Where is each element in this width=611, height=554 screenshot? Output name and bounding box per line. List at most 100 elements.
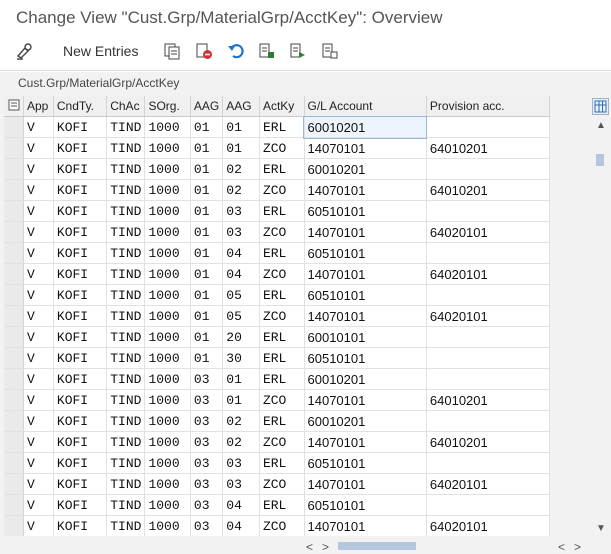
row-selector[interactable]: [4, 431, 24, 453]
cell-provision-account[interactable]: 64020101: [426, 263, 550, 285]
cell-provision-account[interactable]: [426, 284, 550, 306]
cell-gl-account[interactable]: 60510101: [304, 347, 427, 369]
table-row[interactable]: V KOFI TIND 1000 01 01 ERL 60010201: [4, 115, 550, 139]
cell-provision-account[interactable]: 64010201: [426, 137, 550, 159]
row-selector[interactable]: [4, 452, 24, 474]
table-config-button[interactable]: [592, 98, 609, 115]
cell-provision-account[interactable]: [426, 326, 550, 348]
table-row[interactable]: V KOFI TIND 1000 01 05 ZCO 14070101 64020101: [4, 305, 550, 327]
cell-provision-account[interactable]: 64020101: [426, 473, 550, 495]
row-selector[interactable]: [4, 137, 24, 159]
row-selector[interactable]: [4, 158, 24, 180]
table-row[interactable]: V KOFI TIND 1000 01 03 ZCO 14070101 64020101: [4, 221, 550, 243]
row-selector[interactable]: [4, 326, 24, 348]
table-row[interactable]: V KOFI TIND 1000 03 01 ZCO 14070101 64010201: [4, 389, 550, 411]
col-header-material-aag[interactable]: AAG: [222, 96, 260, 117]
table-row[interactable]: V KOFI TIND 1000 03 04 ERL 60510101: [4, 494, 550, 516]
cell-provision-account[interactable]: [426, 452, 550, 474]
row-selector[interactable]: [4, 347, 24, 369]
cell-gl-account[interactable]: 60010101: [304, 326, 427, 348]
cell-gl-account[interactable]: 60510101: [304, 284, 427, 306]
copy-icon[interactable]: [162, 40, 182, 62]
cell-provision-account[interactable]: 64020101: [426, 515, 550, 536]
row-selector[interactable]: [4, 242, 24, 264]
row-selector[interactable]: [4, 284, 24, 306]
table-row[interactable]: V KOFI TIND 1000 03 01 ERL 60010201: [4, 368, 550, 390]
row-selector[interactable]: [4, 515, 24, 536]
scroll-left-end-icon[interactable]: <: [558, 540, 565, 554]
select-all-cell[interactable]: [4, 96, 24, 117]
col-header-sales-org[interactable]: SOrg.: [144, 96, 191, 117]
deselect-all-icon[interactable]: [320, 40, 340, 62]
row-selector[interactable]: [4, 368, 24, 390]
delete-icon[interactable]: [194, 40, 214, 62]
col-header-customer-aag[interactable]: AAG: [190, 96, 224, 117]
cell-gl-account[interactable]: 14070101: [304, 431, 427, 453]
table-row[interactable]: V KOFI TIND 1000 01 01 ZCO 14070101 64010201: [4, 137, 550, 159]
table-row[interactable]: V KOFI TIND 1000 01 03 ERL 60510101: [4, 200, 550, 222]
col-header-gl-account[interactable]: G/L Account: [304, 96, 427, 117]
row-selector[interactable]: [4, 221, 24, 243]
cell-provision-account[interactable]: [426, 494, 550, 516]
cell-gl-account[interactable]: 14070101: [304, 473, 427, 495]
col-header-account-key[interactable]: ActKy: [259, 96, 305, 117]
cell-gl-account[interactable]: 14070101: [304, 515, 427, 536]
cell-provision-account[interactable]: [426, 347, 550, 369]
table-row[interactable]: V KOFI TIND 1000 01 04 ZCO 14070101 64020101: [4, 263, 550, 285]
cell-gl-account[interactable]: 14070101: [304, 179, 427, 201]
row-selector[interactable]: [4, 494, 24, 516]
cell-provision-account[interactable]: [426, 158, 550, 180]
col-header-provision-account[interactable]: Provision acc.: [426, 96, 550, 117]
table-row[interactable]: V KOFI TIND 1000 03 03 ZCO 14070101 64020101: [4, 473, 550, 495]
cell-gl-account[interactable]: 60510101: [304, 242, 427, 264]
scroll-left-icon[interactable]: <: [306, 540, 313, 554]
cell-provision-account[interactable]: [426, 368, 550, 390]
cell-gl-account[interactable]: 60010201: [304, 158, 427, 180]
col-header-chart-of-accounts[interactable]: ChAc: [106, 96, 146, 117]
display-change-icon[interactable]: [14, 40, 36, 62]
table-row[interactable]: V KOFI TIND 1000 03 03 ERL 60510101: [4, 452, 550, 474]
cell-provision-account[interactable]: 64020101: [426, 305, 550, 327]
cell-gl-account[interactable]: 60010201: [304, 410, 427, 432]
table-row[interactable]: V KOFI TIND 1000 01 20 ERL 60010101: [4, 326, 550, 348]
cell-gl-account[interactable]: 14070101: [304, 389, 427, 411]
table-row[interactable]: V KOFI TIND 1000 01 02 ZCO 14070101 64010201: [4, 179, 550, 201]
undo-icon[interactable]: [226, 40, 246, 62]
scroll-right-end-icon[interactable]: >: [574, 540, 581, 554]
cell-gl-account[interactable]: 14070101: [304, 221, 427, 243]
cell-provision-account[interactable]: 64010201: [426, 431, 550, 453]
row-selector[interactable]: [4, 389, 24, 411]
row-selector[interactable]: [4, 179, 24, 201]
scroll-right-icon[interactable]: >: [322, 540, 329, 554]
cell-provision-account[interactable]: [426, 116, 550, 138]
cell-provision-account[interactable]: 64010201: [426, 389, 550, 411]
cell-gl-account[interactable]: 60510101: [304, 200, 427, 222]
table-row[interactable]: V KOFI TIND 1000 01 04 ERL 60510101: [4, 242, 550, 264]
cell-provision-account[interactable]: [426, 242, 550, 264]
row-selector[interactable]: [4, 410, 24, 432]
cell-gl-account[interactable]: 60010201: [302, 115, 428, 139]
cell-provision-account[interactable]: [426, 200, 550, 222]
table-row[interactable]: V KOFI TIND 1000 01 02 ERL 60010201: [4, 158, 550, 180]
row-selector[interactable]: [4, 473, 24, 495]
table-row[interactable]: V KOFI TIND 1000 01 30 ERL 60510101: [4, 347, 550, 369]
cell-gl-account[interactable]: 60510101: [304, 452, 427, 474]
scroll-up-icon[interactable]: ▲: [596, 120, 606, 131]
table-row[interactable]: V KOFI TIND 1000 03 04 ZCO 14070101 64020101: [4, 515, 550, 536]
col-header-condition-type[interactable]: CndTy.: [53, 96, 108, 117]
horizontal-scroll-thumb[interactable]: [338, 542, 416, 550]
cell-gl-account[interactable]: 14070101: [304, 305, 427, 327]
table-row[interactable]: V KOFI TIND 1000 01 05 ERL 60510101: [4, 284, 550, 306]
cell-provision-account[interactable]: 64020101: [426, 221, 550, 243]
row-selector[interactable]: [4, 116, 24, 138]
table-row[interactable]: V KOFI TIND 1000 03 02 ERL 60010201: [4, 410, 550, 432]
scroll-down-icon[interactable]: ▼: [596, 523, 606, 534]
table-row[interactable]: V KOFI TIND 1000 03 02 ZCO 14070101 64010201: [4, 431, 550, 453]
cell-gl-account[interactable]: 14070101: [304, 263, 427, 285]
select-all-icon[interactable]: [257, 40, 277, 62]
new-entries-button[interactable]: New Entries: [63, 40, 138, 62]
col-header-app[interactable]: App: [23, 96, 54, 117]
row-selector[interactable]: [4, 305, 24, 327]
vertical-scrollbar[interactable]: ▲ ▼: [592, 120, 608, 536]
row-selector[interactable]: [4, 200, 24, 222]
